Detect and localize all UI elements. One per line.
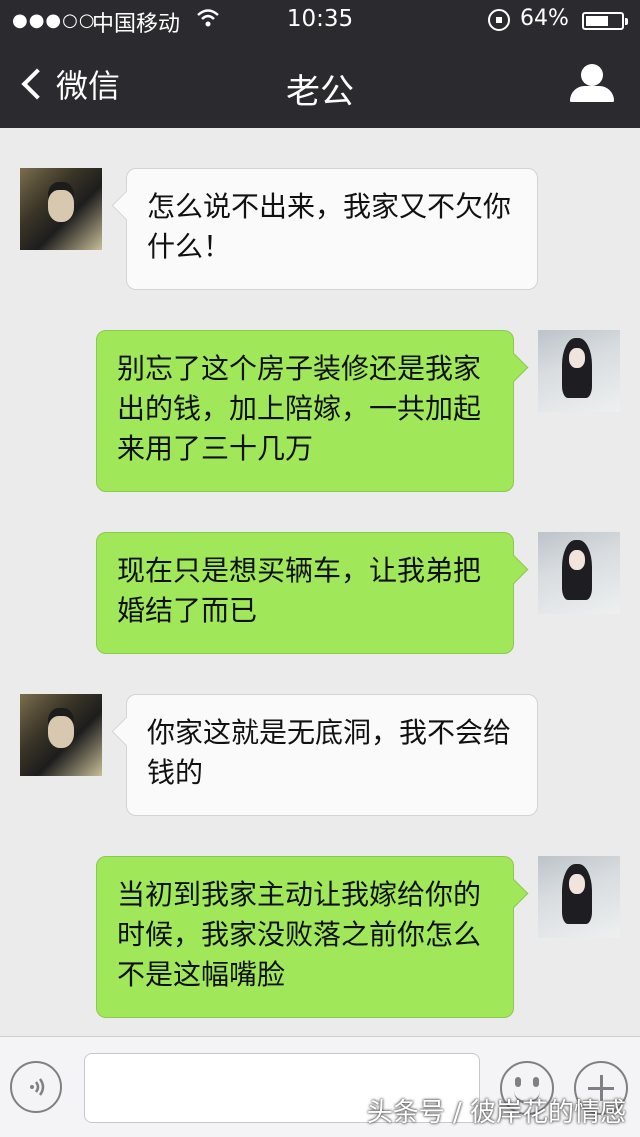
message-text: 你家这就是无底洞，我不会给钱的 (147, 716, 512, 789)
person-icon[interactable] (570, 64, 614, 104)
avatar-me[interactable] (538, 856, 620, 938)
chat-title: 老公 (286, 72, 354, 112)
message-bubble-sent[interactable]: 别忘了这个房子装修还是我家出的钱，加上陪嫁，一共加起来用了三十几万 (96, 330, 514, 492)
avatar-me[interactable] (538, 532, 620, 614)
avatar-husband[interactable] (20, 694, 102, 776)
message-text: 怎么说不出来，我家又不欠你什么！ (147, 190, 512, 263)
navigation-header: ●●●○○ 中国移动 10:35 64% 微信 老公 (0, 0, 640, 128)
battery-percent: 64% (520, 6, 569, 31)
message-bubble-sent[interactable]: 当初到我家主动让我嫁给你的时候，我家没败落之前你怎么不是这幅嘴脸 (96, 856, 514, 1018)
watermark: 头条号 / 彼岸花的情感 (366, 1098, 626, 1128)
avatar-husband[interactable] (20, 168, 102, 250)
battery-icon (582, 12, 628, 30)
rotation-lock-icon (488, 9, 510, 31)
avatar-me[interactable] (538, 330, 620, 412)
battery-fill (586, 16, 608, 26)
message-bubble-received[interactable]: 你家这就是无底洞，我不会给钱的 (126, 694, 538, 816)
status-bar: ●●●○○ 中国移动 10:35 64% (0, 0, 640, 40)
message-bubble-received[interactable]: 怎么说不出来，我家又不欠你什么！ (126, 168, 538, 290)
message-text: 别忘了这个房子装修还是我家出的钱，加上陪嫁，一共加起来用了三十几万 (117, 352, 482, 465)
message-text: 当初到我家主动让我嫁给你的时候，我家没败落之前你怎么不是这幅嘴脸 (117, 878, 482, 991)
voice-icon[interactable] (10, 1061, 62, 1113)
message-bubble-sent[interactable]: 现在只是想买辆车，让我弟把婚结了而已 (96, 532, 514, 654)
message-text: 现在只是想买辆车，让我弟把婚结了而已 (117, 554, 482, 627)
